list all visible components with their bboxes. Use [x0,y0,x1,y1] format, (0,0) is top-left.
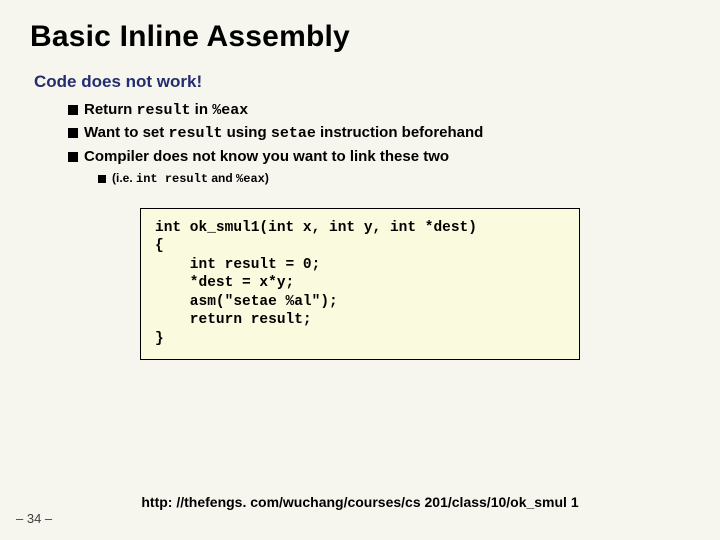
code-block: int ok_smul1(int x, int y, int *dest) { … [140,208,580,360]
square-bullet-icon [68,152,78,162]
sub-bullet-list: (i.e. int result and %eax) [98,171,690,186]
code-run: setae [271,125,316,142]
bullet-text: Compiler does not know you want to link … [84,147,449,167]
square-bullet-icon [68,105,78,115]
footer-link: http: //thefengs. com/wuchang/courses/cs… [0,494,720,510]
bullet-item: Compiler does not know you want to link … [68,147,690,167]
page-number: – 34 – [16,511,52,526]
subheading: Code does not work! [34,72,690,92]
text-run: and [208,171,236,185]
bullet-item: Want to set result using setae instructi… [68,123,690,144]
text-run: in [191,101,213,118]
bullet-text: Want to set result using setae instructi… [84,123,483,144]
bullet-item: Return result in %eax [68,100,690,121]
text-run: using [222,124,270,141]
code-run: %eax [236,172,265,186]
bullet-list: Return result in %eax Want to set result… [68,100,690,186]
code-run: result [137,102,191,119]
text-run: ) [265,171,269,185]
slide: Basic Inline Assembly Code does not work… [0,0,720,360]
code-run: result [168,125,222,142]
text-run: instruction beforehand [316,124,484,141]
code-run: int result [136,172,208,186]
text-run: Return [84,101,137,118]
square-bullet-icon [68,128,78,138]
text-run: (i.e. [112,171,136,185]
square-bullet-icon [98,175,106,183]
bullet-text: Return result in %eax [84,100,248,121]
code-run: %eax [212,102,248,119]
text-run: Want to set [84,124,168,141]
sub-bullet-item: (i.e. int result and %eax) [98,171,690,186]
sub-bullet-text: (i.e. int result and %eax) [112,171,269,186]
slide-title: Basic Inline Assembly [30,20,690,54]
